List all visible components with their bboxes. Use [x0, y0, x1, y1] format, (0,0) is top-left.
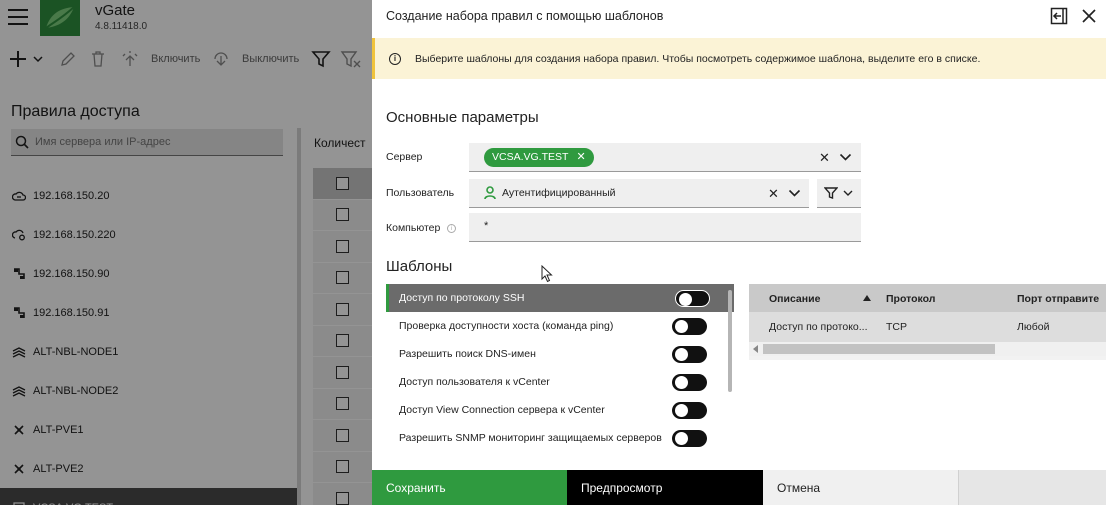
- dialog-footer: Сохранить Предпросмотр Отмена: [372, 470, 1106, 505]
- column-source-port[interactable]: Порт отправите: [1017, 293, 1099, 305]
- chevron-down-icon: [843, 190, 853, 196]
- table-row[interactable]: Доступ по протоко... TCP Любой: [749, 312, 1106, 342]
- user-value: Аутентифицированный: [502, 187, 616, 199]
- template-toggle[interactable]: [672, 318, 707, 335]
- dialog-title: Создание набора правил с помощью шаблоно…: [386, 9, 664, 23]
- scrollbar-thumb[interactable]: [763, 344, 995, 354]
- cell-source-port: Любой: [1017, 321, 1050, 333]
- template-label: Проверка доступности хоста (команда ping…: [399, 320, 614, 332]
- close-icon: [1082, 9, 1096, 23]
- template-label: Разрешить поиск DNS-имен: [399, 348, 536, 360]
- computer-help-icon[interactable]: i: [447, 224, 456, 233]
- template-item[interactable]: Разрешить поиск DNS-имен: [386, 340, 734, 368]
- template-item[interactable]: Доступ пользователя к vCenter: [386, 368, 734, 396]
- template-toggle[interactable]: [672, 402, 707, 419]
- cell-protocol: TCP: [886, 321, 907, 333]
- clear-user-icon[interactable]: ✕: [768, 186, 779, 202]
- main-window: vGate 4.8.11418.0 Включить Выключить Пра…: [0, 0, 372, 505]
- server-chip-label: VCSA.VG.TEST: [492, 151, 569, 163]
- create-ruleset-dialog: Создание набора правил с помощью шаблоно…: [372, 0, 1106, 505]
- template-toggle[interactable]: [672, 374, 707, 391]
- mouse-cursor-icon: [541, 265, 553, 283]
- cancel-button[interactable]: Отмена: [763, 470, 958, 505]
- user-field[interactable]: Аутентифицированный ✕: [469, 179, 809, 208]
- info-banner: i Выберите шаблоны для создания набора п…: [372, 38, 1106, 79]
- table-header: Описание Протокол Порт отправите: [749, 284, 1106, 312]
- user-icon: [484, 186, 496, 200]
- chevron-down-icon[interactable]: [839, 151, 852, 163]
- template-item[interactable]: Разрешить SNMP мониторинг защищаемых сер…: [386, 424, 734, 450]
- info-text: Выберите шаблоны для создания набора пра…: [415, 52, 981, 65]
- scroll-left-icon[interactable]: [753, 345, 758, 353]
- table-horizontal-scrollbar[interactable]: [749, 342, 1106, 356]
- cell-description: Доступ по протоко...: [769, 321, 868, 333]
- section-main-params: Основные параметры: [386, 109, 539, 126]
- template-content-table: Описание Протокол Порт отправите Доступ …: [749, 284, 1106, 360]
- templates-list: Доступ по протоколу SSH Проверка доступно…: [386, 284, 734, 450]
- computer-value: *: [484, 220, 489, 232]
- clear-server-icon[interactable]: ✕: [819, 150, 830, 166]
- dock-panel-button[interactable]: [1050, 7, 1068, 25]
- info-icon: i: [389, 52, 401, 65]
- template-label: Разрешить SNMP мониторинг защищаемых сер…: [399, 432, 662, 444]
- computer-label: Компьютер: [386, 222, 441, 234]
- template-item[interactable]: Доступ по протоколу SSH: [386, 284, 734, 312]
- template-label: Доступ View Connection сервера к vCenter: [399, 404, 605, 416]
- template-toggle[interactable]: [672, 430, 707, 447]
- user-filter-button[interactable]: [817, 179, 861, 208]
- computer-field[interactable]: *: [469, 213, 861, 242]
- section-templates: Шаблоны: [386, 258, 453, 275]
- template-toggle[interactable]: [672, 346, 707, 363]
- footer-spacer: [958, 470, 1106, 505]
- server-chip[interactable]: VCSA.VG.TEST ✕: [484, 148, 594, 167]
- preview-button[interactable]: Предпросмотр: [567, 470, 763, 505]
- template-toggle[interactable]: [675, 290, 710, 307]
- column-description[interactable]: Описание: [769, 293, 820, 305]
- template-item[interactable]: Проверка доступности хоста (команда ping…: [386, 312, 734, 340]
- server-label: Сервер: [386, 151, 423, 163]
- template-label: Доступ по протоколу SSH: [399, 292, 525, 304]
- server-field[interactable]: VCSA.VG.TEST ✕ ✕: [469, 143, 861, 172]
- template-label: Доступ пользователя к vCenter: [399, 376, 550, 388]
- dock-left-icon: [1050, 7, 1068, 25]
- modal-overlay: [0, 0, 372, 505]
- chevron-down-icon[interactable]: [788, 187, 801, 199]
- sort-asc-icon: [863, 295, 871, 301]
- column-protocol[interactable]: Протокол: [886, 293, 935, 305]
- filter-icon: [824, 187, 838, 199]
- close-dialog-button[interactable]: [1080, 7, 1098, 25]
- user-label: Пользователь: [386, 187, 455, 199]
- templates-scrollbar[interactable]: [728, 290, 732, 392]
- chip-remove-icon[interactable]: ✕: [576, 148, 585, 167]
- save-button[interactable]: Сохранить: [372, 470, 567, 505]
- template-item[interactable]: Доступ View Connection сервера к vCenter: [386, 396, 734, 424]
